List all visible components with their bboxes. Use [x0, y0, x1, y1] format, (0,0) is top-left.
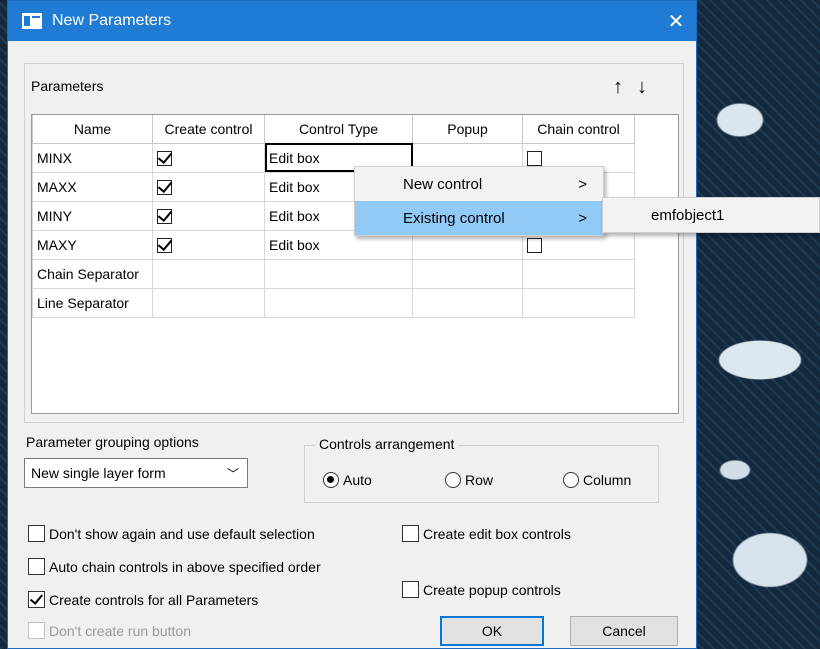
param-name[interactable]: MINX: [32, 142, 153, 173]
chevron-right-icon: >: [578, 209, 587, 227]
create-control-cell[interactable]: [152, 258, 265, 289]
control-type-cell[interactable]: [264, 287, 413, 318]
window-title: New Parameters: [52, 12, 172, 29]
radio-column-indicator[interactable]: [563, 472, 579, 488]
create-control-cell[interactable]: [152, 287, 265, 318]
dont-show-again-label: Don't show again and use default selecti…: [49, 525, 315, 542]
column-header-name[interactable]: Name: [32, 115, 153, 144]
column-header-create-control[interactable]: Create control: [152, 115, 265, 144]
no-run-button-label: Don't create run button: [49, 622, 191, 639]
create-all-checkbox[interactable]: Create controls for all Parameters: [28, 591, 258, 608]
param-name[interactable]: MAXX: [32, 171, 153, 202]
param-name[interactable]: MINY: [32, 200, 153, 231]
column-header-chain-control[interactable]: Chain control: [522, 115, 635, 144]
radio-row[interactable]: Row: [445, 472, 493, 488]
chevron-down-icon: ﹀: [226, 466, 239, 481]
chain-control-cell[interactable]: [522, 258, 635, 289]
radio-column[interactable]: Column: [563, 472, 631, 488]
create-control-cell[interactable]: [152, 229, 265, 260]
create-edit-box-box[interactable]: [402, 525, 419, 542]
new-parameters-dialog: New Parameters ✕ Parameters ↑ ↓ Name Cre…: [7, 0, 697, 649]
column-header-popup[interactable]: Popup: [412, 115, 523, 144]
control-type-cell[interactable]: [264, 258, 413, 289]
create-control-checkbox[interactable]: [157, 150, 172, 166]
parameters-label: Parameters: [31, 78, 104, 94]
context-menu: New control > Existing control >: [354, 166, 604, 236]
parameters-group: Parameters ↑ ↓ Name Create control Contr…: [24, 63, 684, 423]
no-run-button-checkbox[interactable]: Don't create run button: [28, 622, 191, 639]
create-popup-box[interactable]: [402, 581, 419, 598]
create-control-checkbox[interactable]: [157, 208, 172, 224]
auto-chain-box[interactable]: [28, 558, 45, 575]
create-all-box[interactable]: [28, 591, 45, 608]
param-name[interactable]: MAXY: [32, 229, 153, 260]
chain-control-cell[interactable]: [522, 287, 635, 318]
radio-auto-label: Auto: [343, 472, 372, 488]
cancel-button[interactable]: Cancel: [570, 616, 678, 646]
title-bar: New Parameters ✕: [8, 1, 696, 41]
menu-item-label: New control: [403, 175, 483, 193]
menu-item-label: Existing control: [403, 209, 505, 227]
dont-show-again-box[interactable]: [28, 525, 45, 542]
submenu: emfobject1: [602, 197, 820, 233]
auto-chain-label: Auto chain controls in above specified o…: [49, 558, 321, 575]
move-up-icon[interactable]: ↑: [613, 76, 623, 99]
chevron-right-icon: >: [578, 175, 587, 193]
create-all-label: Create controls for all Parameters: [49, 591, 259, 608]
create-popup-checkbox[interactable]: Create popup controls: [402, 581, 561, 598]
create-edit-box-checkbox[interactable]: Create edit box controls: [402, 525, 571, 542]
dont-show-again-checkbox[interactable]: Don't show again and use default selecti…: [28, 525, 315, 542]
ok-button[interactable]: OK: [440, 616, 544, 646]
table-row[interactable]: Chain Separator: [32, 258, 635, 289]
menu-item-existing-control[interactable]: Existing control >: [355, 201, 603, 235]
radio-row-indicator[interactable]: [445, 472, 461, 488]
popup-cell[interactable]: [412, 258, 523, 289]
auto-chain-checkbox[interactable]: Auto chain controls in above specified o…: [28, 558, 321, 575]
menu-item-emfobject1[interactable]: emfobject1: [603, 198, 819, 232]
column-header-control-type[interactable]: Control Type: [264, 115, 413, 144]
create-control-checkbox[interactable]: [157, 179, 172, 195]
chain-control-checkbox[interactable]: [527, 150, 542, 166]
param-name[interactable]: Chain Separator: [32, 258, 153, 289]
chain-control-checkbox[interactable]: [527, 237, 542, 253]
app-icon: [22, 13, 42, 29]
create-control-cell[interactable]: [152, 200, 265, 231]
create-control-checkbox[interactable]: [157, 237, 172, 253]
create-control-cell[interactable]: [152, 171, 265, 202]
grouping-options-label: Parameter grouping options: [26, 434, 199, 450]
radio-auto[interactable]: Auto: [323, 472, 372, 488]
controls-arrangement-legend: Controls arrangement: [315, 436, 459, 452]
create-popup-label: Create popup controls: [423, 581, 561, 598]
create-control-cell[interactable]: [152, 142, 265, 173]
param-name[interactable]: Line Separator: [32, 287, 153, 318]
menu-item-new-control[interactable]: New control >: [355, 167, 603, 201]
close-icon[interactable]: ✕: [656, 1, 696, 41]
menu-item-label: emfobject1: [651, 206, 725, 224]
radio-row-label: Row: [465, 472, 494, 488]
move-down-icon[interactable]: ↓: [637, 76, 647, 99]
create-edit-box-label: Create edit box controls: [423, 525, 571, 542]
popup-cell[interactable]: [412, 287, 523, 318]
radio-auto-indicator[interactable]: [323, 472, 339, 488]
table-row[interactable]: Line Separator: [32, 287, 635, 318]
grouping-selected-value: New single layer form: [31, 465, 166, 481]
parameters-grid: Name Create control Control Type Popup C…: [31, 114, 679, 414]
radio-column-label: Column: [583, 472, 632, 488]
controls-arrangement-group: Controls arrangement Auto Row Column: [304, 436, 659, 503]
no-run-button-box[interactable]: [28, 622, 45, 639]
grouping-options-select[interactable]: New single layer form ﹀: [24, 458, 248, 488]
